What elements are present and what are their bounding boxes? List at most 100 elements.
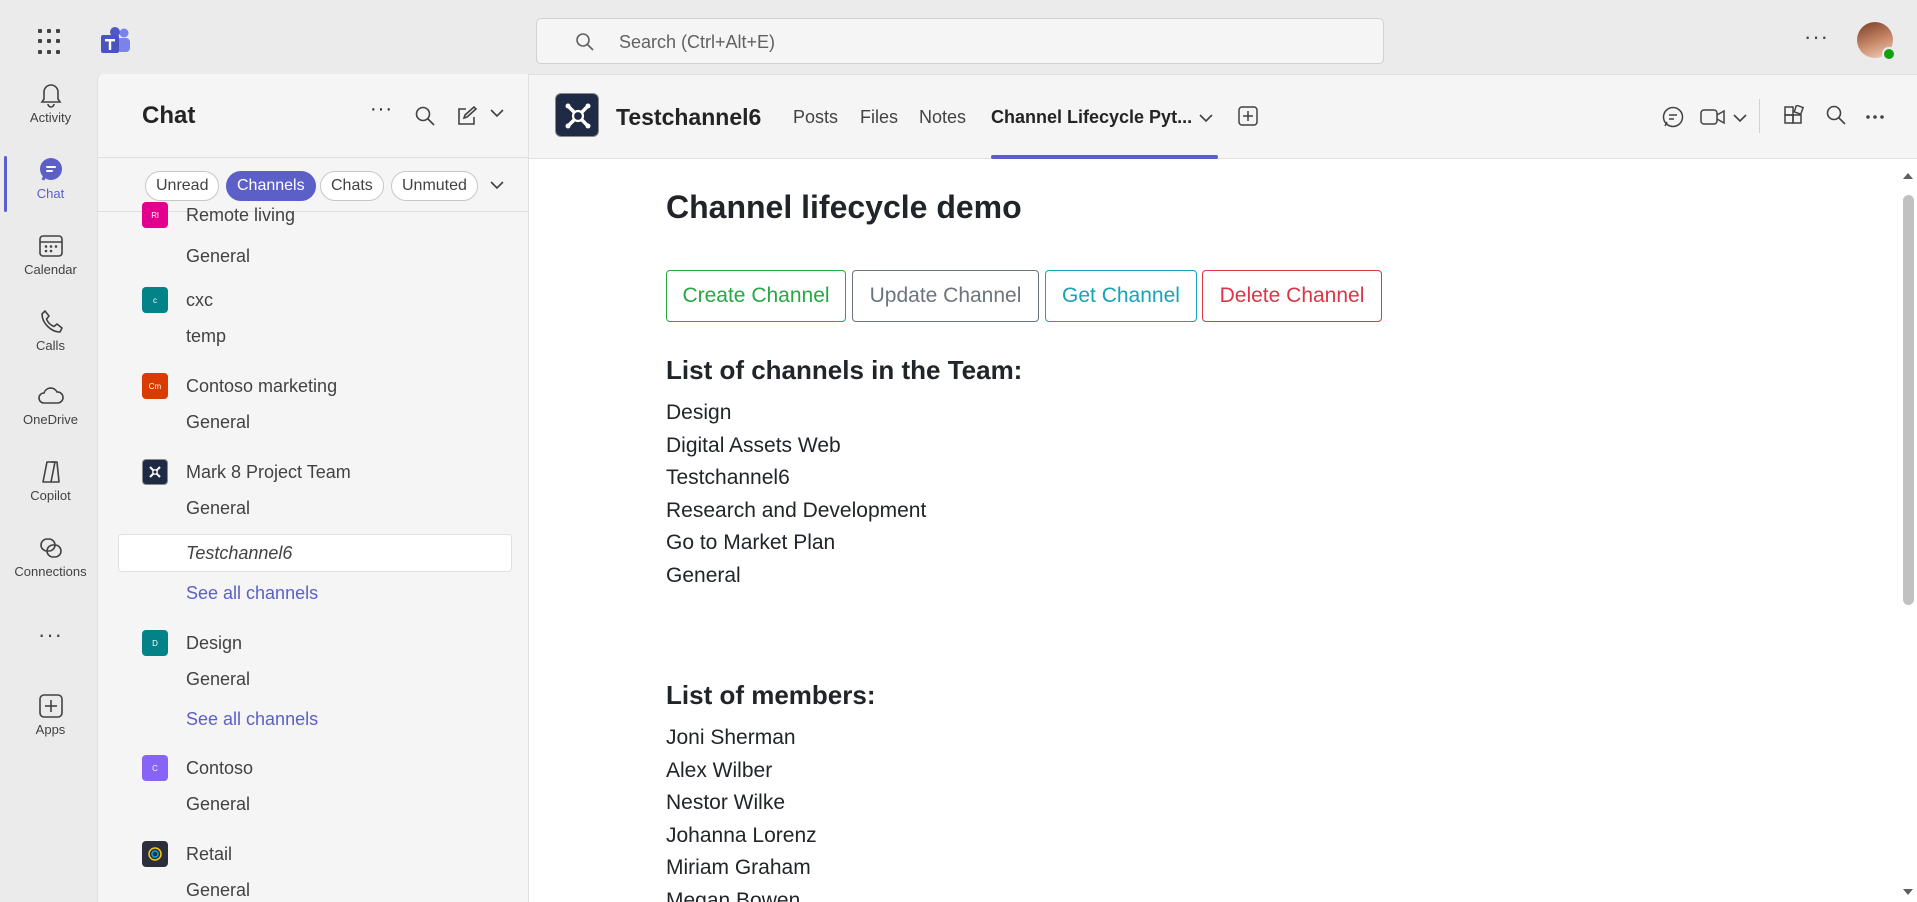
update-channel-button[interactable]: Update Channel xyxy=(852,270,1039,322)
video-call-icon[interactable] xyxy=(1700,107,1726,127)
filter-unread[interactable]: Unread xyxy=(145,171,220,201)
member-list-item: Nestor Wilke xyxy=(666,791,786,814)
team-name: Retail xyxy=(186,843,233,864)
more-apps-icon[interactable]: ··· xyxy=(4,622,97,648)
rail-item-activity[interactable]: Activity xyxy=(4,74,97,144)
tab-channel-lifecycle[interactable]: Channel Lifecycle Pyt... xyxy=(991,107,1192,128)
tab-content: Channel lifecycle demo Create Channel Up… xyxy=(529,159,1917,902)
app-launcher-icon[interactable] xyxy=(38,29,64,55)
member-list-item: Megan Bowen xyxy=(666,888,801,902)
phone-icon xyxy=(40,310,63,333)
filter-unmuted[interactable]: Unmuted xyxy=(391,171,478,201)
chat-icon xyxy=(39,158,62,181)
active-indicator xyxy=(4,156,7,212)
tab-notes[interactable]: Notes xyxy=(919,107,966,128)
presence-available-icon xyxy=(1882,47,1896,61)
scroll-down-icon[interactable] xyxy=(1902,887,1914,897)
team-badge: D xyxy=(142,630,168,656)
channel-item[interactable]: General xyxy=(186,794,250,815)
channel-item[interactable]: temp xyxy=(186,326,226,347)
team-name: cxc xyxy=(186,289,213,310)
chat-list-pane: Chat ··· Unread Channels Chats Unmuted R… xyxy=(97,74,529,902)
rail-item-onedrive[interactable]: OneDrive xyxy=(4,376,97,446)
rail-label-connections: Connections xyxy=(14,564,87,579)
channel-list: Rl Remote living General c cxc temp Cm Cont… xyxy=(98,202,528,902)
channel-item[interactable]: General xyxy=(186,669,250,690)
channel-item[interactable]: General xyxy=(186,412,250,433)
create-channel-button[interactable]: Create Channel xyxy=(666,270,846,322)
rail-label-calls: Calls xyxy=(36,338,65,353)
search-placeholder: Search (Ctrl+Alt+E) xyxy=(619,32,776,52)
team-cxc[interactable]: c cxc xyxy=(142,285,213,315)
get-channel-button[interactable]: Get Channel xyxy=(1045,270,1197,322)
team-design[interactable]: D Design xyxy=(142,628,242,658)
channel-view: Testchannel6 Posts Files Notes Channel L… xyxy=(529,74,1917,902)
channel-item[interactable]: General xyxy=(186,880,250,901)
channel-item[interactable]: General xyxy=(186,498,250,519)
chevron-down-icon[interactable] xyxy=(1199,113,1213,123)
new-chat-icon[interactable] xyxy=(456,106,478,126)
channel-list-item: Research and Development xyxy=(666,498,927,522)
team-mark8[interactable]: Mark 8 Project Team xyxy=(142,457,351,487)
scroll-up-icon[interactable] xyxy=(1902,171,1914,181)
channel-list-item: General xyxy=(666,563,741,587)
add-tab-icon[interactable] xyxy=(1237,105,1259,127)
search-icon xyxy=(576,33,594,51)
team-contoso-marketing[interactable]: Cm Contoso marketing xyxy=(142,371,337,401)
team-retail[interactable]: Retail xyxy=(142,839,232,869)
filter-chats[interactable]: Chats xyxy=(320,171,384,201)
member-list-item: Miriam Graham xyxy=(666,856,811,879)
app-rail: Activity Chat Calendar Calls OneDrive Co… xyxy=(4,74,97,902)
scrollbar[interactable] xyxy=(1901,165,1914,899)
tab-posts[interactable]: Posts xyxy=(793,107,838,128)
delete-channel-button[interactable]: Delete Channel xyxy=(1202,270,1382,322)
chevron-down-icon[interactable] xyxy=(490,108,504,118)
cloud-icon xyxy=(37,387,64,404)
rail-label-apps: Apps xyxy=(35,722,66,737)
team-badge: Cm xyxy=(142,373,168,399)
team-name: Contoso marketing xyxy=(186,375,338,396)
rail-item-calls[interactable]: Calls xyxy=(4,302,97,372)
settings-more-icon[interactable]: ··· xyxy=(1804,24,1829,50)
filter-channels[interactable]: Channels xyxy=(226,171,316,201)
tab-files[interactable]: Files xyxy=(860,107,898,128)
channels-list: Design Digital Assets Web Testchannel6 R… xyxy=(666,397,926,592)
copilot-icon xyxy=(41,461,60,483)
chat-title: Chat xyxy=(142,102,196,129)
rail-item-connections[interactable]: Connections xyxy=(4,528,97,598)
chat-more-icon[interactable]: ··· xyxy=(370,98,393,121)
avatar[interactable] xyxy=(1857,22,1896,61)
channel-item-selected[interactable]: Testchannel6 xyxy=(118,534,512,572)
team-contoso[interactable]: C Contoso xyxy=(142,753,253,783)
team-remote-living[interactable]: Rl Remote living xyxy=(142,200,295,230)
rail-label-calendar: Calendar xyxy=(24,262,77,277)
chevron-down-icon[interactable] xyxy=(490,180,504,190)
search-box[interactable]: Search (Ctrl+Alt+E) xyxy=(536,18,1384,64)
team-logo-icon xyxy=(555,93,599,137)
channel-list-item: Go to Market Plan xyxy=(666,531,836,554)
rail-item-copilot[interactable]: Copilot xyxy=(4,452,97,522)
rail-item-chat[interactable]: Chat xyxy=(4,150,97,220)
channel-list-item: Testchannel6 xyxy=(666,466,790,489)
scrollbar-thumb[interactable] xyxy=(1903,195,1914,605)
more-options-icon[interactable] xyxy=(1866,114,1884,120)
channel-list-item: Digital Assets Web xyxy=(666,433,841,457)
apps-icon[interactable] xyxy=(1783,105,1805,127)
rail-item-apps[interactable]: Apps xyxy=(4,686,97,756)
channel-name: Testchannel6 xyxy=(616,104,762,130)
calendar-icon xyxy=(38,235,63,257)
team-name: Mark 8 Project Team xyxy=(186,461,351,482)
teams-window: Search (Ctrl+Alt+E) ··· Activity Chat Ca… xyxy=(4,4,1917,902)
channel-item[interactable]: General xyxy=(186,246,250,267)
see-all-channels-link[interactable]: See all channels xyxy=(186,709,318,730)
team-name: Design xyxy=(186,632,243,653)
see-all-channels-link[interactable]: See all channels xyxy=(186,583,318,604)
conversation-icon[interactable] xyxy=(1661,105,1685,129)
header-divider xyxy=(1759,99,1760,133)
rail-item-calendar[interactable]: Calendar xyxy=(4,226,97,296)
rail-label-copilot: Copilot xyxy=(30,488,71,503)
search-icon[interactable] xyxy=(415,106,435,126)
channels-heading: List of channels in the Team: xyxy=(666,355,1023,385)
chevron-down-icon[interactable] xyxy=(1733,113,1747,123)
search-icon[interactable] xyxy=(1826,105,1846,125)
